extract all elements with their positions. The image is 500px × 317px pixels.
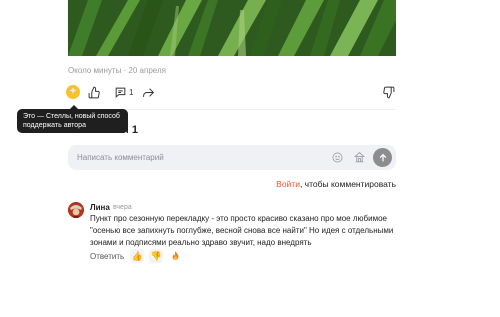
article-actions: + 1 (66, 84, 398, 100)
send-button[interactable] (373, 148, 392, 167)
comment-input[interactable] (68, 145, 318, 170)
comment-icon (115, 87, 126, 98)
thumbs-down-emoji-icon: 👎 (150, 250, 162, 261)
plant-leaves-illustration (68, 0, 396, 56)
stars-tooltip: Это — Стеллы, новый способ поддержать ав… (17, 105, 128, 133)
comment-text: Пункт про сезонную перекладку - это прос… (90, 214, 394, 247)
reaction-dislike-button[interactable]: 👎 (149, 249, 164, 263)
reaction-fire-button[interactable] (168, 249, 182, 263)
like-button[interactable] (88, 84, 101, 100)
article-meta: Около минуты · 20 апреля (68, 66, 166, 75)
login-prompt: Войти, чтобы комментировать (276, 179, 396, 189)
reaction-like-button[interactable]: 👍 (130, 249, 145, 263)
share-icon (143, 87, 155, 97)
thumbs-up-emoji-icon: 👍 (131, 250, 143, 261)
comment-author[interactable]: Лина (90, 203, 110, 212)
avatar-image (68, 202, 84, 218)
avatar[interactable] (68, 202, 84, 218)
comment-date: вчера (113, 204, 132, 211)
send-arrow-icon (379, 153, 386, 161)
article-image (68, 0, 396, 56)
fire-emoji-icon (172, 251, 179, 260)
comments-count: 1 (129, 87, 134, 97)
star-icon[interactable]: + (66, 85, 80, 99)
comment-button[interactable]: 1 (114, 84, 133, 100)
sticker-icon[interactable] (353, 151, 366, 164)
login-link[interactable]: Войти (276, 179, 300, 189)
thumbs-up-icon (88, 86, 100, 98)
thumbs-down-icon (383, 86, 395, 98)
comment-actions: Ответить 👍 👎 (90, 249, 187, 263)
emoji-icon[interactable] (332, 152, 343, 163)
comment-input-box (68, 145, 396, 170)
reply-button[interactable]: Ответить (90, 252, 124, 261)
share-button[interactable] (142, 84, 155, 100)
dislike-button[interactable] (382, 84, 395, 100)
